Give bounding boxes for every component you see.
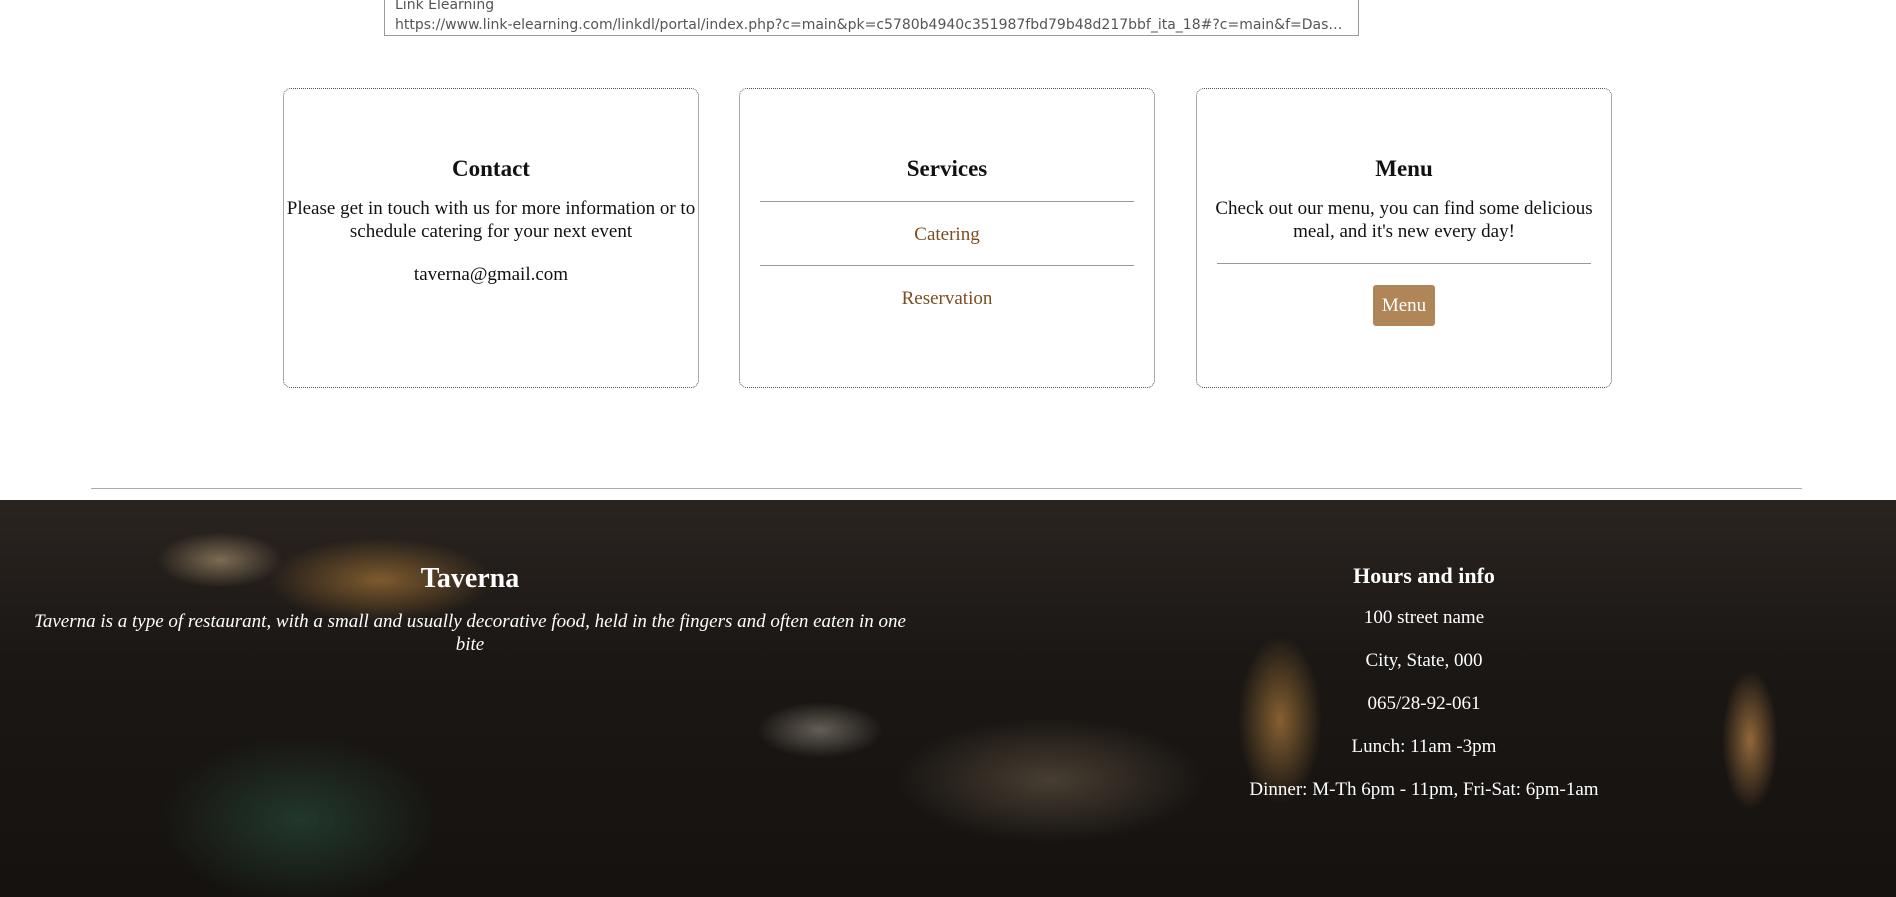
tooltip-title: Link Elearning xyxy=(395,0,495,13)
contact-title: Contact xyxy=(452,156,530,181)
contact-card: Contact Please get in touch with us for … xyxy=(283,88,699,388)
menu-divider xyxy=(1217,263,1591,264)
section-divider xyxy=(91,488,1802,489)
footer-brand-block: Taverna Taverna is a type of restaurant,… xyxy=(20,562,920,656)
menu-button[interactable]: Menu xyxy=(1372,285,1436,326)
contact-email: taverna@gmail.com xyxy=(413,264,569,285)
footer-tagline: Taverna is a type of restaurant, with a … xyxy=(34,611,906,655)
footer: Taverna Taverna is a type of restaurant,… xyxy=(0,500,1896,897)
footer-brand: Taverna xyxy=(420,563,520,594)
footer-address-line1: 100 street name xyxy=(1363,607,1485,628)
menu-title: Menu xyxy=(1375,156,1433,181)
services-title: Services xyxy=(906,156,988,181)
footer-phone: 065/28-92-061 xyxy=(1367,693,1481,714)
services-divider xyxy=(760,265,1134,266)
menu-description: Check out our menu, you can find some de… xyxy=(1215,198,1593,242)
link-tooltip: Link Elearning https://www.link-elearnin… xyxy=(384,0,1359,36)
services-card: Services Catering Reservation xyxy=(739,88,1155,388)
services-divider xyxy=(760,201,1134,202)
footer-dinner-hours: Dinner: M-Th 6pm - 11pm, Fri-Sat: 6pm-1a… xyxy=(1249,779,1599,800)
contact-description: Please get in touch with us for more inf… xyxy=(286,198,696,242)
page: Link Elearning https://www.link-elearnin… xyxy=(0,0,1896,897)
footer-info-title: Hours and info xyxy=(1353,563,1495,588)
menu-card: Menu Check out our menu, you can find so… xyxy=(1196,88,1612,388)
footer-address-line2: City, State, 000 xyxy=(1365,650,1483,671)
service-link-reservation[interactable]: Reservation xyxy=(740,287,1154,310)
footer-lunch-hours: Lunch: 11am -3pm xyxy=(1351,736,1497,757)
footer-info-block: Hours and info 100 street name City, Sta… xyxy=(1124,562,1724,801)
service-link-catering[interactable]: Catering xyxy=(740,223,1154,246)
tooltip-url: https://www.link-elearning.com/linkdl/po… xyxy=(395,17,1348,33)
